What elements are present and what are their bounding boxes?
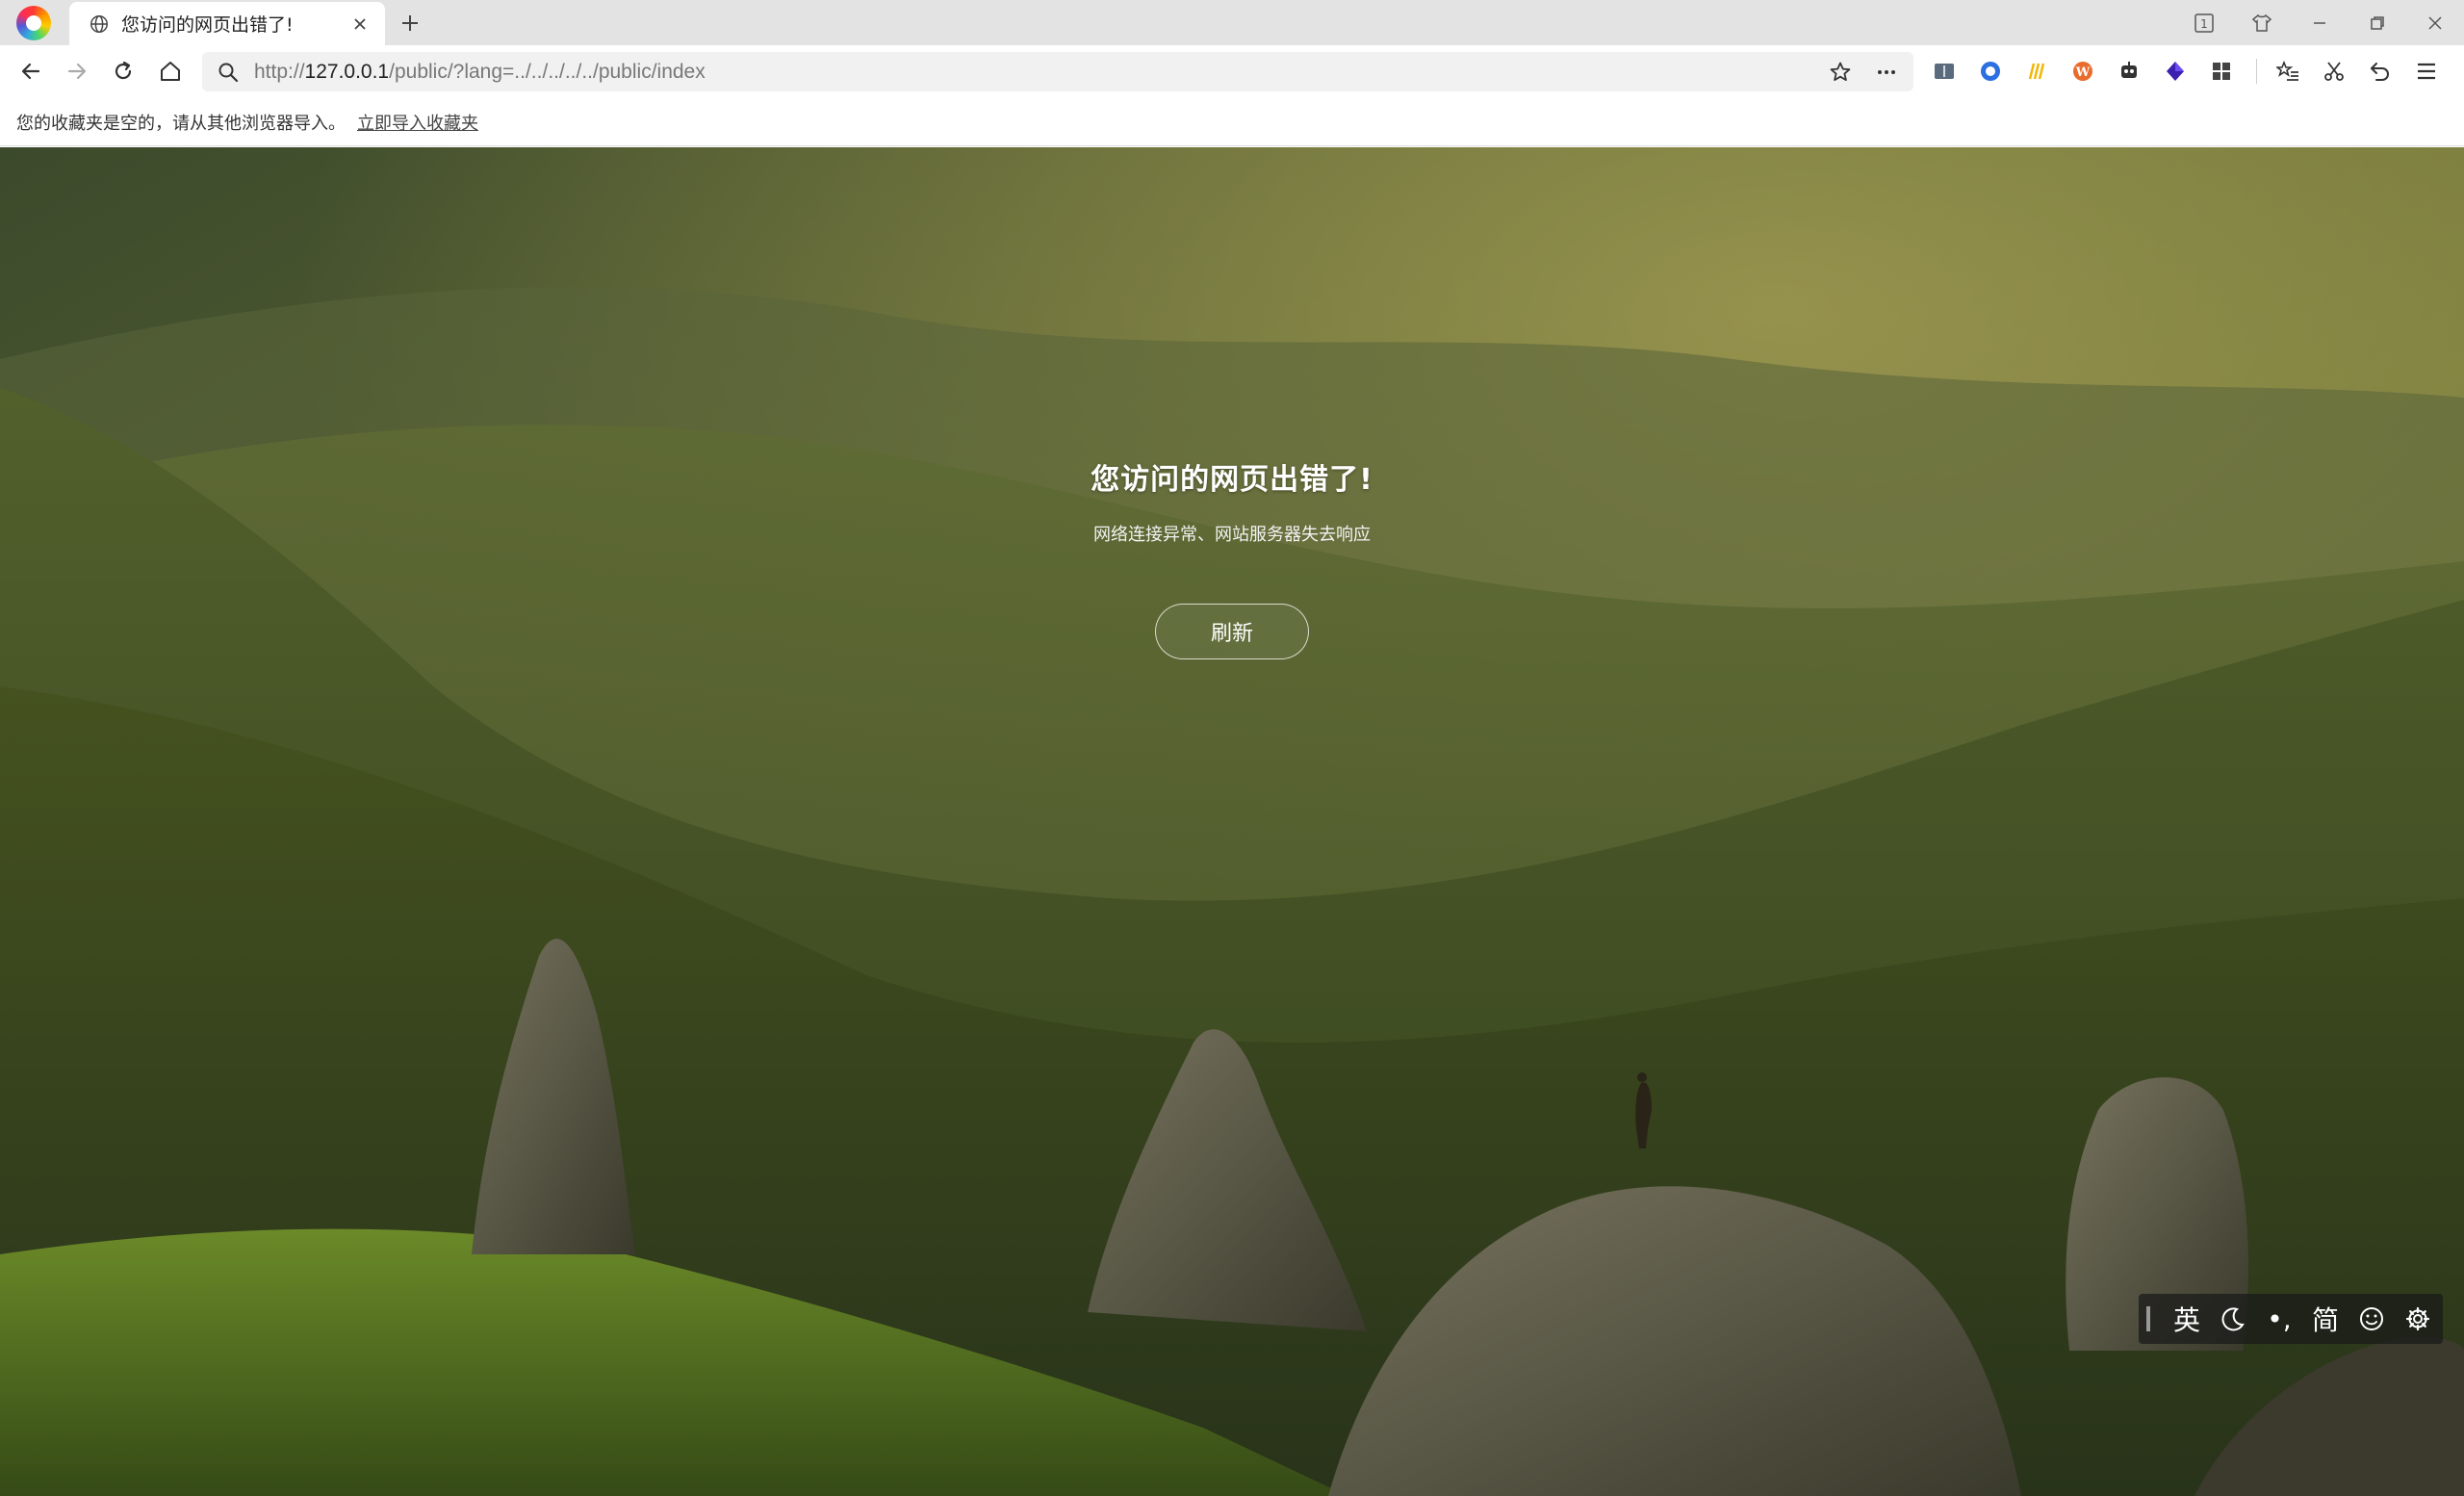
url-host: 127.0.0.1: [304, 60, 390, 83]
undo-icon: [2371, 63, 2389, 81]
svg-text:W: W: [2075, 65, 2091, 80]
undo-close-button[interactable]: [2366, 57, 2395, 86]
navigation-bar: http://127.0.0.1/public/?lang=../../../.…: [0, 45, 2464, 98]
favorites-button[interactable]: [2273, 57, 2302, 86]
shirt-icon: [2251, 13, 2272, 32]
cube-icon: [2167, 62, 2184, 81]
back-arrow-icon: [21, 63, 40, 80]
toolbar-separator: [2256, 59, 2257, 84]
url-path: /public/?lang=../../../../../public/inde…: [389, 60, 706, 83]
home-button[interactable]: [154, 55, 187, 88]
star-icon: [1830, 62, 1851, 81]
home-icon: [161, 62, 180, 81]
close-window-button[interactable]: [2406, 0, 2464, 45]
ime-toolbar: 英 •, 简: [2139, 1294, 2443, 1344]
globe-icon: [90, 14, 108, 33]
ime-emoji-button[interactable]: [2348, 1298, 2395, 1340]
browser-tab[interactable]: 您访问的网页出错了!: [69, 2, 385, 45]
back-button[interactable]: [14, 55, 47, 88]
close-icon: [2428, 15, 2442, 30]
ime-moon-button[interactable]: [2210, 1298, 2256, 1340]
ellipsis-icon: [1878, 69, 1895, 74]
moon-icon: [2221, 1307, 2245, 1331]
tab-strip: 您访问的网页出错了! 1: [0, 0, 2464, 45]
apps-grid-icon: [2213, 63, 2230, 80]
reload-icon: [115, 61, 132, 80]
stripes-icon: [2028, 63, 2045, 80]
bookmarks-bar: 您的收藏夹是空的，请从其他浏览器导入。 立即导入收藏夹: [0, 98, 2464, 146]
more-options-button[interactable]: [1869, 55, 1904, 90]
main-menu-button[interactable]: [2412, 57, 2441, 86]
bookmarks-empty-text: 您的收藏夹是空的，请从其他浏览器导入。: [16, 113, 346, 134]
reload-button[interactable]: [107, 55, 140, 88]
svg-text:1: 1: [2200, 17, 2208, 31]
robot-icon: [2121, 62, 2137, 78]
smiley-icon: [2360, 1307, 2383, 1330]
ime-charset-toggle[interactable]: 简: [2302, 1298, 2348, 1340]
gear-icon: [2405, 1306, 2430, 1331]
minimize-button[interactable]: [2291, 0, 2348, 45]
apps-button[interactable]: [2207, 57, 2236, 86]
hamburger-menu-icon: [2418, 63, 2435, 80]
url-prefix: http://: [254, 60, 305, 83]
circle-icon: [1981, 62, 2000, 81]
plus-icon: [402, 15, 418, 31]
skin-button[interactable]: [2233, 0, 2291, 45]
bookmark-star-button[interactable]: [1823, 55, 1858, 90]
ime-drag-handle[interactable]: [2146, 1306, 2150, 1331]
forward-button[interactable]: [61, 55, 93, 88]
tab-count-icon: 1: [2194, 13, 2214, 33]
extension-cube-button[interactable]: [2161, 57, 2190, 86]
address-bar[interactable]: http://127.0.0.1/public/?lang=../../../.…: [202, 52, 1913, 91]
screenshot-button[interactable]: [2320, 57, 2348, 86]
ime-language-toggle[interactable]: 英: [2164, 1298, 2210, 1340]
restore-button[interactable]: [2348, 0, 2406, 45]
window-controls: 1: [2175, 0, 2464, 45]
import-bookmarks-link[interactable]: 立即导入收藏夹: [357, 110, 478, 135]
refresh-button[interactable]: 刷新: [1155, 604, 1309, 659]
forward-arrow-icon: [67, 63, 87, 80]
error-panel: 您访问的网页出错了! 网络连接异常、网站服务器失去响应 刷新: [0, 147, 2464, 1496]
scissors-icon: [2324, 62, 2344, 81]
reader-icon: [1935, 64, 1954, 79]
extension-robot-button[interactable]: [2115, 57, 2143, 86]
ime-settings-button[interactable]: [2395, 1298, 2441, 1340]
favorites-list-icon: [2276, 60, 2298, 81]
restore-icon: [2371, 15, 2384, 30]
error-subtitle: 网络连接异常、网站服务器失去响应: [1093, 525, 1371, 545]
tab-count-button[interactable]: 1: [2175, 0, 2233, 45]
tab-close-icon[interactable]: [348, 13, 372, 36]
minimize-icon: [2314, 21, 2325, 24]
new-tab-button[interactable]: [395, 8, 425, 39]
extension-circle-button[interactable]: [1976, 57, 2005, 86]
tab-title: 您访问的网页出错了!: [121, 14, 294, 36]
reader-button[interactable]: [1930, 57, 1959, 86]
browser-logo-icon[interactable]: [16, 6, 51, 40]
error-title: 您访问的网页出错了!: [1091, 463, 1373, 497]
wordpress-icon: W: [2073, 62, 2092, 81]
extension-wordpress-button[interactable]: W: [2068, 57, 2097, 86]
page-content: 您访问的网页出错了! 网络连接异常、网站服务器失去响应 刷新 英 •, 简: [0, 147, 2464, 1496]
search-icon: [218, 63, 239, 82]
url-text[interactable]: http://127.0.0.1/public/?lang=../../../.…: [254, 61, 1823, 84]
extension-stripes-button[interactable]: [2022, 57, 2051, 86]
ime-punctuation-toggle[interactable]: •,: [2256, 1298, 2302, 1340]
